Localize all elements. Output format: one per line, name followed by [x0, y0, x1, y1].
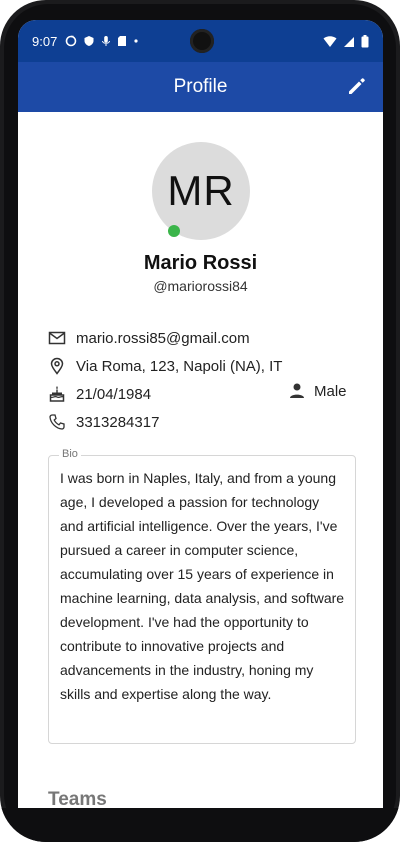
avatar-initials: MR [167, 167, 235, 214]
edit-profile-button[interactable] [345, 74, 369, 98]
status-bar: 9:07 [18, 20, 383, 62]
email-icon [48, 331, 66, 345]
shield-icon [84, 36, 94, 46]
microphone-icon [102, 36, 110, 46]
online-status-indicator [168, 225, 180, 237]
profile-content[interactable]: MR Mario Rossi @mariorossi84 mario.rossi… [18, 112, 383, 810]
sync-icon [65, 35, 77, 47]
info-birthdate: 21/04/1984 [48, 382, 151, 406]
wifi-icon [323, 35, 337, 47]
profile-name: Mario Rossi [143, 252, 258, 274]
avatar: MR [152, 142, 250, 240]
status-icons-right [323, 35, 369, 48]
sd-card-icon [118, 36, 126, 46]
info-gender: Male [288, 382, 347, 400]
bottom-bezel [0, 808, 400, 842]
birthday-cake-icon [49, 386, 65, 402]
battery-icon [361, 35, 369, 48]
phone-icon [49, 414, 65, 430]
location-pin-icon [50, 357, 64, 375]
email-text: mario.rossi85@gmail.com [76, 329, 250, 347]
address-text: Via Roma, 123, Napoli (NA), IT [76, 357, 283, 375]
gender-text: Male [314, 382, 347, 400]
info-phone: 3313284317 [48, 410, 159, 434]
phone-text: 3313284317 [76, 413, 160, 431]
status-icons-left [65, 35, 139, 47]
birthdate-text: 21/04/1984 [76, 385, 152, 403]
signal-icon [344, 36, 354, 47]
screen: 9:07 Profile MR Mario Rossi @mariorossi8… [18, 20, 383, 810]
info-email: mario.rossi85@gmail.com [48, 326, 250, 350]
info-address: Via Roma, 123, Napoli (NA), IT [48, 354, 282, 378]
bio-label: Bio [59, 448, 81, 460]
status-time: 9:07 [32, 34, 58, 49]
app-bar-title: Profile [173, 76, 228, 97]
front-camera [190, 29, 214, 53]
teams-heading: Teams [48, 789, 107, 810]
person-icon [290, 383, 304, 398]
phone-device: 9:07 Profile MR Mario Rossi @mariorossi8… [0, 0, 400, 842]
bio-text: I was born in Naples, Italy, and from a … [60, 470, 345, 702]
profile-username: @mariorossi84 [153, 278, 248, 294]
dot-icon [134, 39, 138, 43]
edit-pencil-icon [349, 78, 365, 94]
app-bar: Profile [18, 62, 383, 112]
bio-field: Bio I was born in Naples, Italy, and fro… [48, 448, 356, 744]
